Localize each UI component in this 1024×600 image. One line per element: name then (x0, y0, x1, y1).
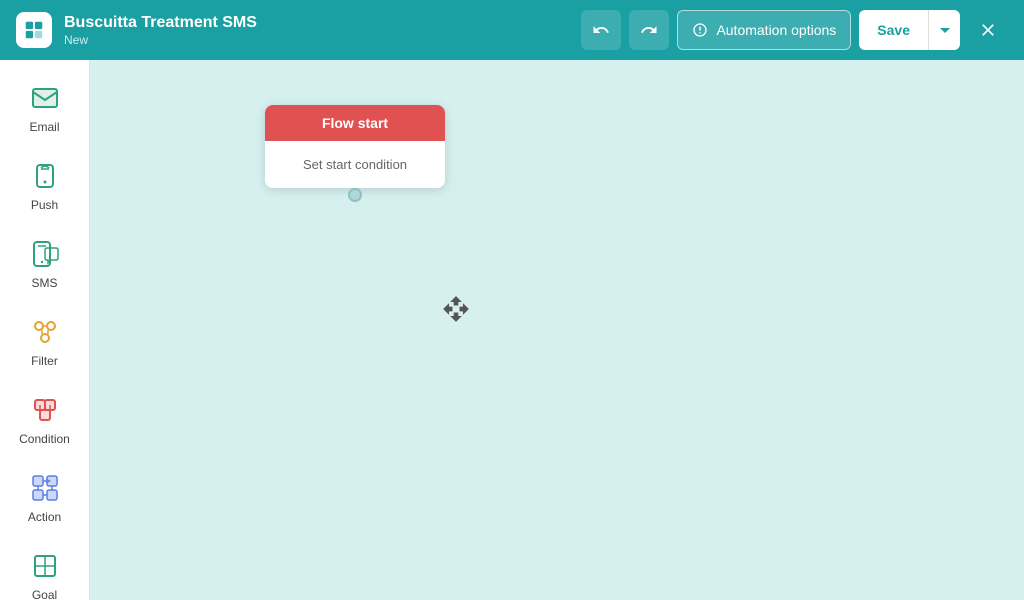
sidebar-item-sms-label: SMS (31, 276, 57, 290)
flow-start-connector[interactable] (348, 188, 362, 202)
sidebar-item-condition-label: Condition (19, 432, 70, 446)
redo-button[interactable] (629, 10, 669, 50)
sidebar-item-email-label: Email (29, 120, 59, 134)
undo-button[interactable] (581, 10, 621, 50)
header-actions: Automation options Save (581, 10, 1008, 50)
sidebar-item-action[interactable]: Action (6, 460, 84, 534)
sidebar-item-filter[interactable]: Filter (6, 304, 84, 378)
flow-canvas[interactable]: Flow start Set start condition (90, 60, 1024, 600)
automation-options-label: Automation options (716, 22, 836, 38)
sidebar: Email Push (0, 60, 90, 600)
app-title: Buscuitta Treatment SMS (64, 13, 569, 32)
flow-start-header: Flow start (265, 105, 445, 141)
flow-start-card[interactable]: Flow start Set start condition (265, 105, 445, 188)
automation-options-button[interactable]: Automation options (677, 10, 851, 50)
condition-icon (27, 392, 63, 428)
close-button[interactable] (968, 10, 1008, 50)
move-cursor-icon (442, 295, 470, 329)
sidebar-item-condition[interactable]: Condition (6, 382, 84, 456)
app-header: Buscuitta Treatment SMS New Automation o… (0, 0, 1024, 60)
header-title-block: Buscuitta Treatment SMS New (64, 13, 569, 46)
flow-start-body[interactable]: Set start condition (265, 141, 445, 188)
push-icon (27, 158, 63, 194)
sidebar-item-email[interactable]: Email (6, 70, 84, 144)
app-subtitle: New (64, 33, 569, 47)
sidebar-item-filter-label: Filter (31, 354, 58, 368)
filter-icon (27, 314, 63, 350)
save-group: Save (859, 10, 960, 50)
action-icon (27, 470, 63, 506)
sidebar-item-goal[interactable]: Goal (6, 538, 84, 600)
sidebar-item-goal-label: Goal (32, 588, 57, 600)
main-content: Email Push (0, 60, 1024, 600)
goal-icon (27, 548, 63, 584)
save-button[interactable]: Save (859, 10, 928, 50)
sidebar-item-sms[interactable]: SMS (6, 226, 84, 300)
sidebar-item-action-label: Action (28, 510, 61, 524)
app-logo (16, 12, 52, 48)
sidebar-item-push-label: Push (31, 198, 58, 212)
sms-icon (27, 236, 63, 272)
sidebar-item-push[interactable]: Push (6, 148, 84, 222)
email-icon (27, 80, 63, 116)
save-dropdown-button[interactable] (928, 10, 960, 50)
